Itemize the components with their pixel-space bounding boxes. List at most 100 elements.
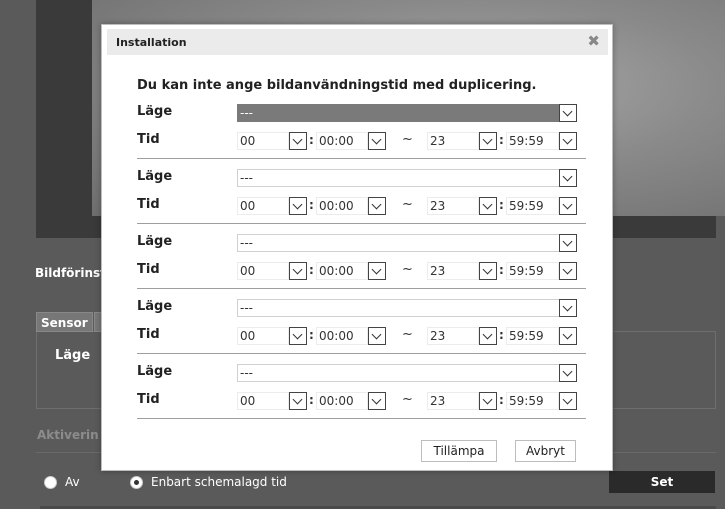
radio-schedule-icon[interactable] bbox=[130, 475, 143, 489]
end-time-select[interactable]: 59:59 bbox=[506, 392, 559, 410]
end-hour-value: 23 bbox=[430, 199, 446, 213]
close-icon[interactable]: ✖ bbox=[587, 32, 600, 50]
panel-mode-label: Läge bbox=[55, 348, 91, 363]
start-time-dropdown-icon[interactable] bbox=[368, 132, 386, 150]
activation-heading: Aktiverin bbox=[37, 428, 99, 442]
mode-value: --- bbox=[240, 366, 253, 380]
end-hour-select[interactable]: 23 bbox=[427, 262, 479, 280]
start-hour-value: 00 bbox=[240, 394, 256, 408]
start-time-dropdown-icon[interactable] bbox=[368, 262, 386, 280]
start-hour-select[interactable]: 00 bbox=[237, 262, 289, 280]
end-hour-dropdown-icon[interactable] bbox=[479, 392, 497, 410]
mode-value: --- bbox=[240, 106, 253, 120]
tab-sensor[interactable]: Sensor bbox=[36, 312, 93, 332]
start-hour-value: 00 bbox=[240, 329, 256, 343]
set-button[interactable]: Set bbox=[609, 471, 715, 493]
time-label: Tid bbox=[137, 197, 160, 212]
mode-dropdown-icon[interactable] bbox=[559, 364, 577, 382]
colon-separator: : bbox=[499, 263, 504, 277]
end-hour-dropdown-icon[interactable] bbox=[479, 197, 497, 215]
start-hour-dropdown-icon[interactable] bbox=[289, 197, 307, 215]
mode-select[interactable]: --- bbox=[237, 104, 577, 122]
start-hour-select[interactable]: 00 bbox=[237, 132, 289, 150]
end-hour-select[interactable]: 23 bbox=[427, 327, 479, 345]
mode-value: --- bbox=[240, 236, 253, 250]
colon-separator: : bbox=[309, 133, 314, 147]
mode-dropdown-icon[interactable] bbox=[559, 104, 577, 122]
start-time-value: 00:00 bbox=[319, 134, 354, 148]
radio-schedule-label: Enbart schemalagd tid bbox=[151, 475, 287, 489]
radio-off-label: Av bbox=[65, 475, 80, 489]
end-hour-select[interactable]: 23 bbox=[427, 197, 479, 215]
mode-value: --- bbox=[240, 301, 253, 315]
range-tilde: ~ bbox=[402, 392, 413, 407]
start-time-dropdown-icon[interactable] bbox=[368, 197, 386, 215]
end-time-select[interactable]: 59:59 bbox=[506, 262, 559, 280]
start-time-dropdown-icon[interactable] bbox=[368, 327, 386, 345]
start-hour-select[interactable]: 00 bbox=[237, 197, 289, 215]
start-hour-dropdown-icon[interactable] bbox=[289, 327, 307, 345]
start-hour-dropdown-icon[interactable] bbox=[289, 262, 307, 280]
mode-dropdown-icon[interactable] bbox=[559, 234, 577, 252]
colon-separator: : bbox=[499, 198, 504, 212]
installation-dialog: Installation ✖ Du kan inte ange bildanvä… bbox=[101, 24, 613, 471]
mode-select[interactable]: --- bbox=[237, 234, 577, 252]
end-hour-dropdown-icon[interactable] bbox=[479, 262, 497, 280]
dialog-title: Installation bbox=[116, 36, 187, 49]
end-time-value: 59:59 bbox=[509, 264, 544, 278]
mode-dropdown-icon[interactable] bbox=[559, 299, 577, 317]
end-hour-dropdown-icon[interactable] bbox=[479, 327, 497, 345]
start-time-select[interactable]: 00:00 bbox=[316, 132, 368, 150]
end-time-dropdown-icon[interactable] bbox=[559, 392, 577, 410]
radio-schedule[interactable]: Enbart schemalagd tid bbox=[130, 475, 287, 489]
mode-select[interactable]: --- bbox=[237, 364, 577, 382]
start-time-value: 00:00 bbox=[319, 329, 354, 343]
colon-separator: : bbox=[499, 133, 504, 147]
start-time-select[interactable]: 00:00 bbox=[316, 197, 368, 215]
end-hour-select[interactable]: 23 bbox=[427, 132, 479, 150]
range-tilde: ~ bbox=[402, 262, 413, 277]
radio-off[interactable]: Av bbox=[44, 475, 80, 489]
notice-text: Du kan inte ange bildanvändningstid med … bbox=[137, 78, 537, 93]
mode-select[interactable]: --- bbox=[237, 299, 577, 317]
mode-label: Läge bbox=[137, 299, 173, 314]
colon-separator: : bbox=[309, 198, 314, 212]
mode-label: Läge bbox=[137, 169, 173, 184]
start-hour-dropdown-icon[interactable] bbox=[289, 392, 307, 410]
start-hour-dropdown-icon[interactable] bbox=[289, 132, 307, 150]
end-hour-value: 23 bbox=[430, 134, 446, 148]
end-time-dropdown-icon[interactable] bbox=[559, 327, 577, 345]
mode-value: --- bbox=[240, 171, 253, 185]
apply-button[interactable]: Tillämpa bbox=[421, 440, 497, 462]
row-divider bbox=[137, 353, 586, 354]
start-hour-select[interactable]: 00 bbox=[237, 392, 289, 410]
end-time-dropdown-icon[interactable] bbox=[559, 197, 577, 215]
mode-select[interactable]: --- bbox=[237, 169, 577, 187]
end-time-dropdown-icon[interactable] bbox=[559, 132, 577, 150]
row-divider bbox=[137, 223, 586, 224]
end-time-select[interactable]: 59:59 bbox=[506, 327, 559, 345]
start-time-value: 00:00 bbox=[319, 199, 354, 213]
end-hour-value: 23 bbox=[430, 394, 446, 408]
mode-label: Läge bbox=[137, 364, 173, 379]
end-time-value: 59:59 bbox=[509, 329, 544, 343]
end-hour-value: 23 bbox=[430, 264, 446, 278]
start-time-select[interactable]: 00:00 bbox=[316, 262, 368, 280]
cancel-button[interactable]: Avbryt bbox=[515, 440, 576, 462]
end-time-select[interactable]: 59:59 bbox=[506, 197, 559, 215]
end-hour-select[interactable]: 23 bbox=[427, 392, 479, 410]
start-time-select[interactable]: 00:00 bbox=[316, 327, 368, 345]
start-time-value: 00:00 bbox=[319, 394, 354, 408]
start-time-dropdown-icon[interactable] bbox=[368, 392, 386, 410]
start-time-select[interactable]: 00:00 bbox=[316, 392, 368, 410]
row-divider bbox=[137, 158, 586, 159]
start-hour-select[interactable]: 00 bbox=[237, 327, 289, 345]
radio-off-icon[interactable] bbox=[44, 475, 57, 489]
range-tilde: ~ bbox=[402, 132, 413, 147]
end-time-select[interactable]: 59:59 bbox=[506, 132, 559, 150]
start-hour-value: 00 bbox=[240, 199, 256, 213]
end-time-dropdown-icon[interactable] bbox=[559, 262, 577, 280]
mode-dropdown-icon[interactable] bbox=[559, 169, 577, 187]
time-label: Tid bbox=[137, 392, 160, 407]
end-hour-dropdown-icon[interactable] bbox=[479, 132, 497, 150]
